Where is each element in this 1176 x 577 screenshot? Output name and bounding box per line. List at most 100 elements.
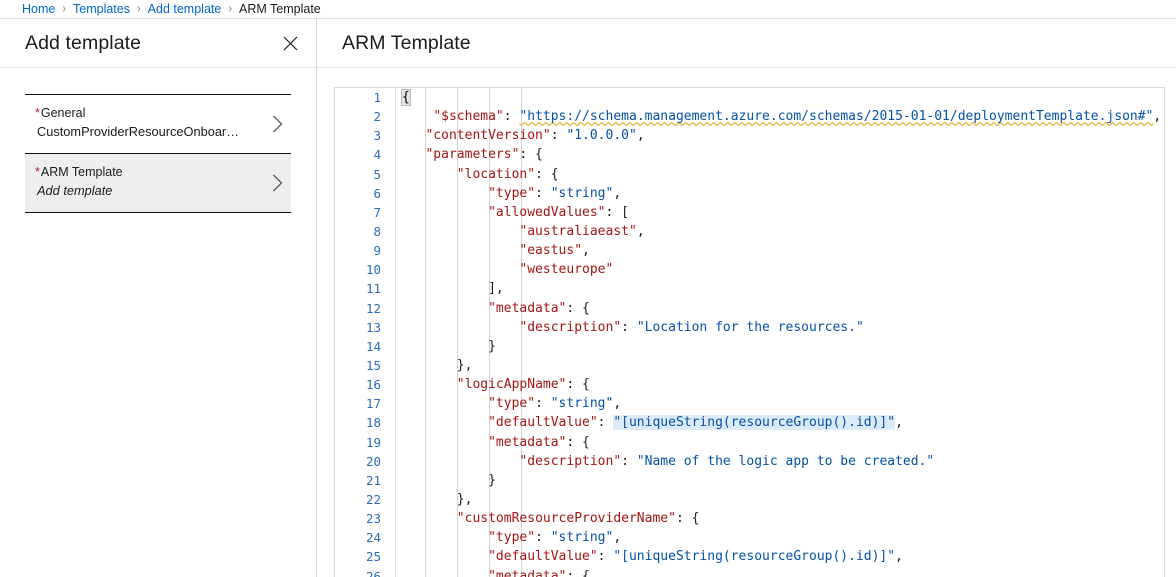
- code-line[interactable]: 21 }: [335, 470, 1164, 490]
- code-line[interactable]: 19 "metadata": {: [335, 432, 1164, 452]
- code-text: ],: [396, 279, 1164, 298]
- code-token: "string": [550, 396, 614, 412]
- code-token: : {: [566, 434, 590, 450]
- gutter-divider: [389, 145, 396, 165]
- code-text: "metadata": {: [396, 299, 1164, 318]
- code-line[interactable]: 8 "australiaeast",: [335, 221, 1164, 242]
- close-icon[interactable]: [277, 30, 303, 56]
- code-line[interactable]: 13 "description": "Location for the reso…: [335, 317, 1164, 337]
- breadcrumb: Home › Templates › Add template › ARM Template: [0, 0, 1176, 19]
- code-line[interactable]: 7 "allowedValues": [: [335, 202, 1164, 222]
- gutter-divider: [389, 470, 396, 490]
- breadcrumb-item-add-template[interactable]: Add template: [148, 2, 222, 16]
- code-line[interactable]: 11 ],: [335, 279, 1164, 299]
- code-token: "metadata": [488, 434, 567, 450]
- code-line[interactable]: 15 },: [335, 355, 1164, 376]
- code-line[interactable]: 2 "$schema": "https://schema.management.…: [335, 107, 1164, 127]
- line-number: 25: [365, 549, 381, 565]
- code-line[interactable]: 23 "customResourceProviderName": {: [335, 509, 1164, 529]
- json-code-editor[interactable]: 1{2 "$schema": "https://schema.managemen…: [334, 87, 1165, 577]
- wizard-step-subtitle: Add template: [37, 183, 113, 198]
- code-token: :: [597, 549, 614, 565]
- code-token: ,: [636, 223, 645, 239]
- breadcrumb-item-templates[interactable]: Templates: [73, 2, 130, 16]
- gutter-divider: [389, 298, 396, 318]
- line-number: 11: [365, 281, 381, 297]
- breadcrumb-item-home[interactable]: Home: [22, 2, 55, 16]
- code-text: "type": "string",: [396, 394, 1164, 413]
- code-line[interactable]: 12 "metadata": {: [335, 298, 1164, 318]
- line-number: 21: [365, 472, 381, 488]
- gutter-divider: [389, 547, 396, 567]
- code-token: "Location for the resources.": [636, 319, 864, 335]
- code-line[interactable]: 1{: [335, 88, 1164, 108]
- code-line[interactable]: 17 "type": "string",: [335, 394, 1164, 414]
- code-line[interactable]: 5 "location": {: [335, 164, 1164, 184]
- blade-title: Add template: [25, 31, 142, 54]
- gutter-divider: [389, 126, 396, 146]
- gutter-divider: [389, 489, 396, 510]
- code-line[interactable]: 25 "defaultValue": "[uniqueString(resour…: [335, 547, 1164, 567]
- line-number: 24: [365, 530, 381, 546]
- code-text: "westeurope": [396, 260, 1164, 279]
- gutter-divider: [389, 566, 396, 577]
- code-token: "string": [550, 530, 614, 546]
- line-number: 17: [365, 396, 381, 412]
- blade-body: *General CustomProviderResourceOnboar… *AR…: [0, 68, 316, 213]
- gutter-divider: [389, 164, 396, 184]
- line-number: 9: [373, 243, 381, 259]
- code-line[interactable]: 26 "metadata": {: [335, 566, 1164, 577]
- code-line[interactable]: 20 "description": "Name of the logic app…: [335, 451, 1164, 471]
- code-line[interactable]: 9 "eastus",: [335, 241, 1164, 261]
- gutter-divider: [389, 336, 396, 356]
- code-token: "[uniqueString(resourceGroup().id)]": [613, 415, 896, 431]
- code-token: :: [621, 453, 637, 469]
- line-number: 6: [373, 185, 381, 201]
- gutter-divider: [389, 183, 396, 203]
- code-token: ,: [582, 243, 590, 259]
- line-number: 26: [365, 568, 381, 577]
- code-token: "metadata": [488, 568, 567, 577]
- code-line[interactable]: 18 "defaultValue": "[uniqueString(resour…: [335, 413, 1164, 433]
- code-token: "contentVersion": [425, 128, 551, 144]
- code-token: : {: [566, 300, 590, 316]
- gutter-divider: [389, 279, 396, 299]
- wizard-step-arm-template[interactable]: *ARM Template Add template: [25, 154, 291, 213]
- gutter-divider: [389, 221, 396, 242]
- gutter-divider: [389, 317, 396, 337]
- code-line[interactable]: 6 "type": "string",: [335, 183, 1164, 203]
- gutter-divider: [389, 241, 396, 261]
- code-text: "type": "string",: [396, 184, 1164, 203]
- code-line[interactable]: 3 "contentVersion": "1.0.0.0",: [335, 126, 1164, 146]
- line-number: 13: [365, 319, 381, 335]
- code-line[interactable]: 10 "westeurope": [335, 260, 1164, 280]
- code-token: "customResourceProviderName": [456, 511, 676, 527]
- code-line[interactable]: 14 }: [335, 336, 1164, 356]
- code-token: }: [488, 338, 496, 354]
- code-token: :: [597, 415, 614, 431]
- code-line[interactable]: 22 },: [335, 489, 1164, 510]
- line-number: 7: [373, 204, 381, 220]
- code-line[interactable]: 4 "parameters": {: [335, 145, 1164, 165]
- code-token: : {: [675, 511, 700, 527]
- code-token: "location": [456, 166, 536, 182]
- code-token: "eastus": [519, 243, 583, 259]
- line-number: 5: [373, 166, 381, 182]
- code-text: "location": {: [396, 165, 1164, 184]
- wizard-step-subtitle: CustomProviderResourceOnboar…: [37, 124, 239, 139]
- code-line[interactable]: 16 "logicAppName": {: [335, 375, 1164, 395]
- code-line[interactable]: 24 "type": "string",: [335, 528, 1164, 548]
- code-token: },: [456, 491, 473, 507]
- wizard-step-general[interactable]: *General CustomProviderResourceOnboar…: [25, 95, 291, 154]
- code-token: "allowedValues": [488, 204, 606, 220]
- code-scroll-area[interactable]: 1{2 "$schema": "https://schema.managemen…: [335, 88, 1164, 577]
- code-token: ,: [613, 530, 622, 546]
- code-token: ,: [613, 396, 622, 412]
